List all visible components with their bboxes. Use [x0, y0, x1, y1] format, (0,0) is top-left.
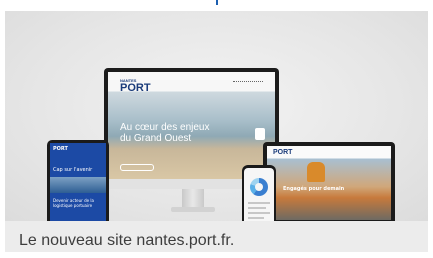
phone-text-line	[248, 212, 270, 214]
tablet: PORT Cap sur l'avenir Devenir acteur de …	[47, 140, 109, 221]
news-card[interactable]: NANTES PORT Au cœur des enjeux du Grand O…	[5, 11, 428, 252]
laptop-logo: PORT	[273, 149, 293, 156]
phone-text-line	[248, 217, 264, 219]
tablet-photo	[50, 177, 106, 193]
laptop: PORT Engagés pour demain	[263, 142, 395, 221]
laptop-screen: PORT Engagés pour demain	[267, 146, 391, 220]
tablet-body: Devenir acteur de la logistique portuair…	[53, 198, 94, 208]
hero-text: Au cœur des enjeux du Grand Ouest	[120, 122, 210, 144]
phone-text-line	[248, 207, 266, 209]
phone-screen	[244, 168, 274, 221]
nav-menu	[233, 81, 263, 85]
laptop-title: Engagés pour demain	[283, 186, 345, 192]
devices-mockup-image: NANTES PORT Au cœur des enjeux du Grand O…	[5, 11, 428, 221]
card-caption[interactable]: Le nouveau site nantes.port.fr.	[19, 232, 234, 250]
phone-text-line	[248, 202, 270, 204]
monitor-foot	[171, 207, 215, 212]
smartphone	[242, 165, 276, 221]
tablet-logo: PORT	[53, 146, 68, 152]
tablet-headline: Cap sur l'avenir	[53, 167, 93, 173]
side-badge	[255, 128, 265, 140]
top-divider-mark	[216, 0, 218, 5]
tablet-screen: PORT Cap sur l'avenir Devenir acteur de …	[50, 143, 106, 221]
worker-photo	[307, 162, 325, 182]
port-logo: NANTES PORT	[120, 78, 151, 94]
monitor-stand	[182, 189, 204, 208]
hero-button	[120, 164, 154, 171]
desktop-screen: NANTES PORT Au cœur des enjeux du Grand O…	[108, 72, 275, 179]
donut-chart-icon	[250, 178, 268, 196]
